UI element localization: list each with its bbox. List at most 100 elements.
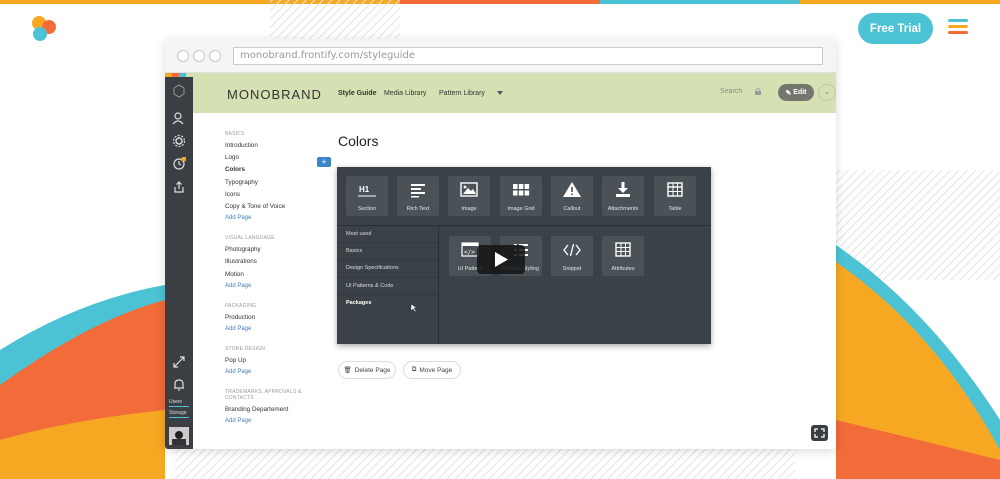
delete-page-button[interactable]: 🗑 Delete Page [338, 361, 396, 379]
more-options-chevron-icon[interactable]: ⌄ [818, 84, 836, 101]
hamburger-menu-icon[interactable] [948, 19, 968, 37]
activity-clock-icon[interactable] [172, 157, 186, 171]
toc-heading-trademarks: TRADEMARKS, APPROVALS & CONTACTS [225, 389, 302, 402]
block-tile-image[interactable]: Image [448, 176, 490, 216]
free-trial-button[interactable]: Free Trial [858, 13, 933, 44]
category-basics[interactable]: Basics [337, 243, 438, 261]
move-page-button[interactable]: ⧉ Move Page [403, 361, 461, 379]
text-align-icon [411, 184, 425, 198]
toc-item-production[interactable]: Production [225, 314, 325, 326]
block-label: Attributes [611, 266, 635, 272]
mouse-cursor-icon [410, 304, 417, 313]
user-avatar[interactable] [169, 427, 189, 445]
toc-navigation: BASICS Introduction Logo Colors Typograp… [225, 131, 325, 430]
nav-style-guide[interactable]: Style Guide [338, 90, 377, 97]
category-most-used[interactable]: Most used [337, 226, 438, 244]
toc-item-pop-up[interactable]: Pop Up [225, 357, 325, 369]
block-label: Image [461, 206, 477, 212]
block-label: Attachments [607, 206, 639, 212]
edit-label: Edit [793, 89, 807, 96]
block-label: Rich Text [406, 206, 430, 212]
delete-page-label: Delete Page [354, 366, 391, 374]
browser-window: monobrand.frontify.com/styleguide Users … [165, 39, 836, 449]
add-block-button[interactable]: + [317, 157, 331, 167]
brand-name: MONOBRAND [227, 87, 322, 102]
block-category-list: Most used Basics Design Specifications U… [337, 226, 439, 344]
block-label: Image Grid [507, 206, 535, 212]
block-picker-panel: H1 Section Rich Text Image Image Grid Ca… [337, 167, 711, 344]
block-label: Callout [563, 206, 581, 212]
toc-item-illustrations[interactable]: Illustrations [225, 258, 325, 270]
trash-icon: 🗑 [343, 367, 352, 374]
app-sidebar: Users Storage [165, 73, 193, 449]
pencil-icon: ✎ [785, 89, 792, 97]
sidebar-color-stripe [165, 73, 193, 77]
add-page-link[interactable]: Add Page [225, 215, 325, 227]
nav-media-library[interactable]: Media Library [384, 90, 426, 97]
toc-item-introduction[interactable]: Introduction [225, 142, 325, 154]
toc-item-branding-departement[interactable]: Branding Departement [225, 406, 325, 418]
block-label: Snippet [562, 266, 582, 272]
brand-logo-icon[interactable] [30, 14, 58, 42]
window-dot-close[interactable] [177, 50, 189, 62]
toc-item-copy-tone[interactable]: Copy & Tone of Voice [225, 203, 325, 215]
toc-item-icons[interactable]: Icons [225, 191, 325, 203]
bell-icon[interactable] [172, 378, 186, 392]
copy-icon: ⧉ [411, 366, 417, 373]
users-meter [169, 406, 189, 407]
block-tile-attributes[interactable]: Attributes [602, 236, 644, 276]
category-design-specifications[interactable]: Design Specifications [337, 260, 438, 278]
block-tile-rich-text[interactable]: Rich Text [397, 176, 439, 216]
window-dot-minimize[interactable] [193, 50, 205, 62]
lock-icon [755, 88, 761, 95]
warning-triangle-icon [563, 182, 581, 197]
add-page-link[interactable]: Add Page [225, 283, 325, 295]
section-heading-icon: H1 [358, 185, 376, 197]
block-label: Table [668, 206, 682, 212]
frontify-logo-icon[interactable] [172, 84, 186, 98]
search-label: Search [720, 88, 743, 95]
toc-item-logo[interactable]: Logo [225, 154, 325, 166]
download-icon [616, 182, 630, 197]
add-page-link[interactable]: Add Page [225, 326, 325, 338]
nav-pattern-library[interactable]: Pattern Library [439, 90, 485, 97]
category-ui-patterns-code[interactable]: UI Patterns & Code [337, 278, 438, 295]
video-play-button[interactable] [477, 245, 525, 274]
page-title: Colors [338, 133, 379, 149]
toc-item-photography[interactable]: Photography [225, 246, 325, 258]
block-tile-attachments[interactable]: Attachments [602, 176, 644, 216]
toc-heading-visual-language: VISUAL LANGUAGE [225, 235, 275, 242]
toc-heading-store-design: STORE DESIGN [225, 345, 266, 352]
gear-icon[interactable] [172, 134, 186, 148]
toc-item-motion[interactable]: Motion [225, 271, 325, 283]
caret-down-icon[interactable] [497, 91, 503, 96]
block-tile-snippet[interactable]: Snippet [551, 236, 593, 276]
add-page-link[interactable]: Add Page [225, 369, 325, 381]
block-tile-callout[interactable]: Callout [551, 176, 593, 216]
grid-icon [513, 184, 530, 196]
url-bar[interactable]: monobrand.frontify.com/styleguide [233, 47, 823, 65]
block-tile-section[interactable]: H1 Section [346, 176, 388, 216]
category-packages[interactable]: Packages [337, 295, 438, 312]
styleguide-header: MONOBRAND Style Guide Media Library Patt… [193, 73, 836, 113]
toc-heading-basics: BASICS [225, 131, 245, 137]
storage-meter [169, 417, 189, 418]
fullscreen-icon[interactable] [172, 355, 186, 369]
block-label: Section [357, 206, 377, 212]
image-icon [460, 182, 478, 197]
add-user-icon[interactable] [172, 111, 186, 125]
toc-heading-packaging: PACKAGING [225, 302, 257, 309]
share-icon[interactable] [172, 180, 186, 194]
svg-text:H1: H1 [359, 185, 370, 194]
window-dot-maximize[interactable] [209, 50, 221, 62]
expand-icon[interactable] [811, 425, 828, 441]
block-tile-image-grid[interactable]: Image Grid [500, 176, 542, 216]
block-tile-table[interactable]: Table [654, 176, 696, 216]
edit-button[interactable]: ✎ Edit [778, 84, 814, 101]
add-page-link[interactable]: Add Page [225, 418, 325, 430]
move-page-label: Move Page [419, 366, 453, 374]
toc-item-colors[interactable]: Colors [225, 166, 325, 178]
code-brackets-icon [563, 243, 581, 257]
users-label: Users [169, 399, 183, 405]
toc-item-typography[interactable]: Typography [225, 179, 325, 191]
